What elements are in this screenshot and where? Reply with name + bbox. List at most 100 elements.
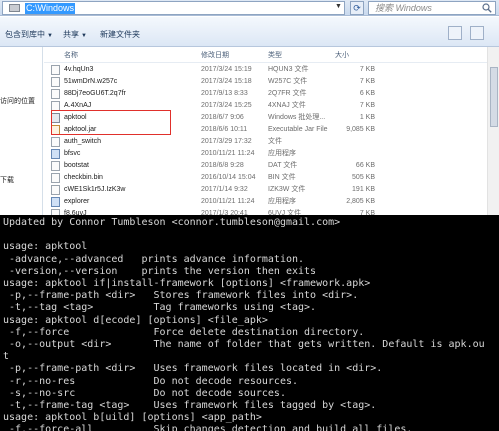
application-icon <box>51 149 60 159</box>
column-header-type[interactable]: 类型 <box>268 50 282 60</box>
search-input[interactable]: 搜索 Windows <box>368 1 496 15</box>
console-line: usage: apktool if|install-framework [opt… <box>3 278 371 289</box>
file-row[interactable]: explorer 2010/11/21 11:24 应用程序 2,805 KB <box>44 196 499 208</box>
console-line: usage: apktool b[uild] [options] <app_pa… <box>3 412 262 424</box>
file-icon <box>51 137 60 147</box>
file-date: 2018/6/7 9:06 <box>201 114 244 121</box>
file-row[interactable]: bootstat 2018/6/8 9:28 DAT 文件 66 KB <box>44 160 499 172</box>
file-row[interactable]: f8.6uvJ 2017/1/3 20:41 6UVJ 文件 7 KB <box>44 208 499 215</box>
file-name: 4v.hqUn3 <box>64 66 94 73</box>
search-icon[interactable] <box>482 3 492 13</box>
console-line: -f,--force Force delete destination dire… <box>3 326 365 338</box>
console-line: Updated by Connor Tumbleson <connor.tumb… <box>3 217 341 228</box>
nav-item-downloads[interactable]: 下载 <box>0 175 14 185</box>
console-line: -o,--output <dir> The name of folder tha… <box>3 339 485 350</box>
share-label: 共享 <box>63 30 79 39</box>
file-row[interactable]: 88Dj7eoGU6T.2q7fr 2017/9/13 8:33 2Q7FR 文件 6… <box>44 88 499 100</box>
file-size: 7 KB <box>359 78 375 85</box>
file-icon <box>51 161 60 171</box>
file-type: 2Q7FR 文件 <box>268 90 307 97</box>
file-row[interactable]: cWE1Sk1r5J.IzK3w 2017/1/14 9:32 IZK3W 文件 19… <box>44 184 499 196</box>
file-type: HQUN3 文件 <box>268 66 309 73</box>
refresh-button[interactable]: ⟳ <box>350 1 364 15</box>
file-type: Executable Jar File <box>268 126 328 133</box>
file-size: 9,085 KB <box>346 126 375 133</box>
vertical-scrollbar[interactable] <box>487 47 499 215</box>
include-in-library-button[interactable]: 包含到库中 ▼ <box>5 30 53 41</box>
file-row[interactable]: 51wmDrN.w257c 2017/3/24 15:18 W257C 文件 7 KB <box>44 76 499 88</box>
file-row[interactable]: 4v.hqUn3 2017/3/24 15:19 HQUN3 文件 7 KB <box>44 64 499 76</box>
file-name: explorer <box>64 198 90 205</box>
file-name: cWE1Sk1r5J.IzK3w <box>64 186 126 193</box>
file-type: 应用程序 <box>268 198 296 205</box>
file-type: IZK3W 文件 <box>268 186 306 193</box>
file-type: 4XNAJ 文件 <box>268 102 306 109</box>
console-line: t <box>3 351 10 363</box>
file-type: W257C 文件 <box>268 78 308 85</box>
console-window: Updated by Connor Tumbleson <connor.tumb… <box>0 215 499 431</box>
file-date: 2017/3/29 17:32 <box>201 138 252 145</box>
console-line: -t,--tag <tag> Tag frameworks using <tag… <box>3 302 317 314</box>
file-date: 2018/6/6 10:11 <box>201 126 248 133</box>
preview-pane-icon[interactable] <box>470 26 484 40</box>
share-button[interactable]: 共享 ▼ <box>63 30 87 41</box>
file-row[interactable]: bfsvc 2010/11/21 11:24 应用程序 <box>44 148 499 160</box>
file-type: DAT 文件 <box>268 162 298 169</box>
console-line: -version,--version prints the version th… <box>3 265 317 277</box>
navigation-pane: 访问的位置 下载 <box>0 47 43 215</box>
file-size: 1 KB <box>359 114 375 121</box>
file-size: 2,805 KB <box>346 198 375 205</box>
file-date: 2010/11/21 11:24 <box>201 198 255 205</box>
file-date: 2017/1/14 9:32 <box>201 186 248 193</box>
file-date: 2018/6/8 9:28 <box>201 162 244 169</box>
file-icon <box>51 185 60 195</box>
console-line: -r,--no-res Do not decode resources. <box>3 375 299 387</box>
file-name: 51wmDrN.w257c <box>64 78 118 85</box>
chevron-down-icon[interactable]: ▼ <box>335 3 342 10</box>
file-name: auth_switch <box>64 138 101 145</box>
nav-item-recent-places[interactable]: 访问的位置 <box>0 96 35 106</box>
chevron-down-icon: ▼ <box>81 33 87 39</box>
file-row[interactable]: auth_switch 2017/3/29 17:32 文件 <box>44 136 499 148</box>
file-type: 文件 <box>268 138 282 145</box>
file-type: 应用程序 <box>268 150 296 157</box>
address-bar-row: C:\Windows ▼ ⟳ 搜索 Windows <box>0 0 499 16</box>
address-text[interactable]: C:\Windows <box>25 3 76 14</box>
new-folder-label: 新建文件夹 <box>100 30 140 39</box>
console-line: -s,--no-src Do not decode sources. <box>3 387 286 399</box>
search-placeholder: 搜索 Windows <box>375 3 432 13</box>
application-icon <box>51 197 60 207</box>
column-header-name[interactable]: 名称 <box>64 50 78 60</box>
file-name: checkbin.bin <box>64 174 103 181</box>
file-size: 7 KB <box>359 102 375 109</box>
address-bar[interactable]: C:\Windows ▼ <box>2 1 345 15</box>
console-line: -p,--frame-path <dir> Stores framework f… <box>3 290 359 302</box>
command-bar: 包含到库中 ▼ 共享 ▼ 新建文件夹 <box>0 17 499 47</box>
console-line: -t,--frame-tag <tag> Uses framework file… <box>3 400 377 411</box>
column-header-size[interactable]: 大小 <box>335 50 349 60</box>
explorer-window: C:\Windows ▼ ⟳ 搜索 Windows 包含到库中 ▼ 共享 ▼ 新建文… <box>0 0 499 215</box>
file-icon <box>51 89 60 99</box>
column-headers: 名称 修改日期 类型 大小 <box>44 47 499 63</box>
file-size: 66 KB <box>355 162 375 169</box>
chevron-down-icon: ▼ <box>47 33 53 39</box>
scrollbar-thumb[interactable] <box>490 67 498 127</box>
console-line: -advance,--advanced prints advance infor… <box>3 253 305 265</box>
view-options-icon[interactable] <box>448 26 462 40</box>
file-date: 2010/11/21 11:24 <box>201 150 255 157</box>
column-header-date[interactable]: 修改日期 <box>201 50 229 60</box>
file-icon <box>51 173 60 183</box>
console-line: usage: apktool <box>3 241 88 253</box>
file-name: 88Dj7eoGU6T.2q7fr <box>64 90 126 97</box>
file-type: BIN 文件 <box>268 174 296 181</box>
file-row[interactable]: checkbin.bin 2016/10/14 15:04 BIN 文件 505 KB <box>44 172 499 184</box>
console-line: -p,--frame-path <dir> Uses framework fil… <box>3 363 383 375</box>
drive-icon <box>9 4 20 12</box>
file-size: 505 KB <box>352 174 375 181</box>
new-folder-button[interactable]: 新建文件夹 <box>100 30 140 40</box>
file-date: 2017/3/24 15:19 <box>201 66 252 73</box>
file-icon <box>51 77 60 87</box>
file-date: 2017/3/24 15:25 <box>201 102 252 109</box>
file-type: Windows 批处理... <box>268 114 326 121</box>
file-name: bfsvc <box>64 150 81 157</box>
